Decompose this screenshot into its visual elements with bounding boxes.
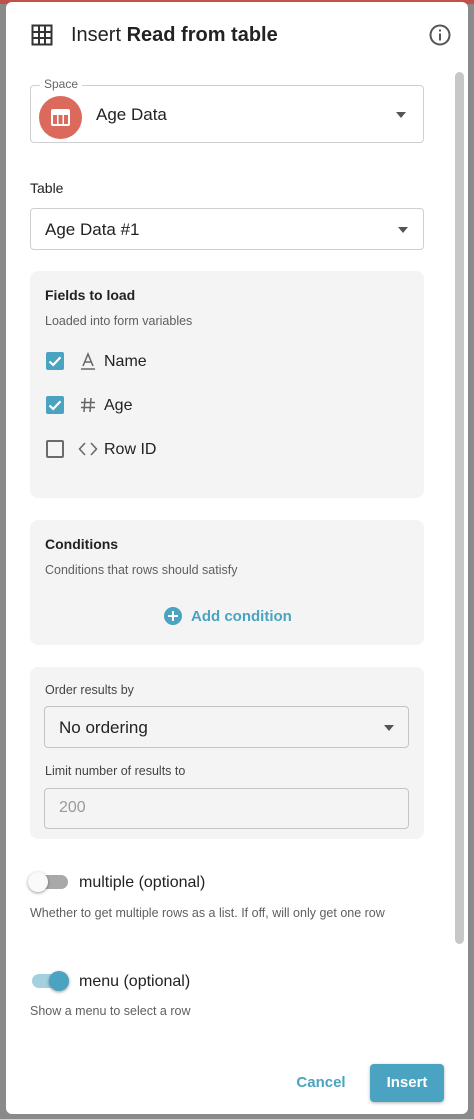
order-results-label: Order results by bbox=[45, 683, 134, 697]
limit-label: Limit number of results to bbox=[45, 764, 186, 778]
insert-read-from-table-dialog: Insert Read from table Space Age Data Ta… bbox=[6, 2, 468, 1114]
scrollbar-thumb[interactable] bbox=[455, 72, 464, 944]
checkmark-icon bbox=[48, 400, 62, 411]
field-label: Age bbox=[104, 397, 133, 414]
multiple-toggle-thumb bbox=[28, 872, 48, 892]
field-label: Row ID bbox=[104, 441, 157, 458]
age-checkbox[interactable] bbox=[46, 396, 64, 414]
order-dropdown-arrow-icon bbox=[384, 725, 394, 731]
insert-button[interactable]: Insert bbox=[370, 1064, 444, 1102]
add-condition-button[interactable]: Add condition bbox=[164, 605, 292, 627]
row-id-checkbox[interactable] bbox=[46, 440, 64, 458]
info-icon[interactable] bbox=[428, 23, 452, 47]
menu-label: menu (optional) bbox=[79, 973, 191, 990]
table-grid-icon bbox=[31, 24, 53, 46]
number-type-icon bbox=[80, 396, 96, 419]
multiple-label: multiple (optional) bbox=[79, 874, 206, 891]
table-label: Table bbox=[30, 180, 64, 196]
name-checkbox[interactable] bbox=[46, 352, 64, 370]
dialog-title: Insert Read from table bbox=[71, 24, 278, 46]
limit-placeholder: 200 bbox=[59, 799, 86, 816]
checkmark-icon bbox=[48, 356, 62, 367]
fields-subtitle: Loaded into form variables bbox=[45, 314, 193, 328]
conditions-title: Conditions bbox=[45, 536, 119, 552]
table-value: Age Data #1 bbox=[45, 220, 140, 239]
space-select[interactable] bbox=[30, 85, 424, 143]
add-condition-label: Add condition bbox=[191, 607, 292, 625]
code-type-icon bbox=[78, 441, 98, 462]
dialog-header: Insert Read from table bbox=[6, 2, 468, 68]
space-value: Age Data bbox=[96, 105, 167, 124]
fields-to-load-panel bbox=[30, 271, 424, 498]
cancel-button[interactable]: Cancel bbox=[286, 1064, 356, 1102]
space-dropdown-arrow-icon bbox=[396, 112, 406, 118]
field-label: Name bbox=[104, 353, 147, 370]
space-legend: Space bbox=[40, 77, 83, 91]
fields-title: Fields to load bbox=[45, 287, 136, 303]
order-value: No ordering bbox=[59, 718, 148, 737]
menu-help-text: Show a menu to select a row bbox=[30, 1004, 191, 1018]
limit-input[interactable] bbox=[44, 788, 409, 829]
space-table-icon bbox=[51, 109, 70, 126]
multiple-help-text: Whether to get multiple rows as a list. … bbox=[30, 906, 385, 920]
text-type-icon bbox=[80, 352, 96, 375]
add-circle-icon bbox=[164, 607, 182, 625]
space-avatar bbox=[39, 96, 82, 139]
table-dropdown-arrow-icon bbox=[398, 227, 408, 233]
conditions-subtitle: Conditions that rows should satisfy bbox=[45, 563, 238, 577]
menu-toggle-thumb bbox=[49, 971, 69, 991]
